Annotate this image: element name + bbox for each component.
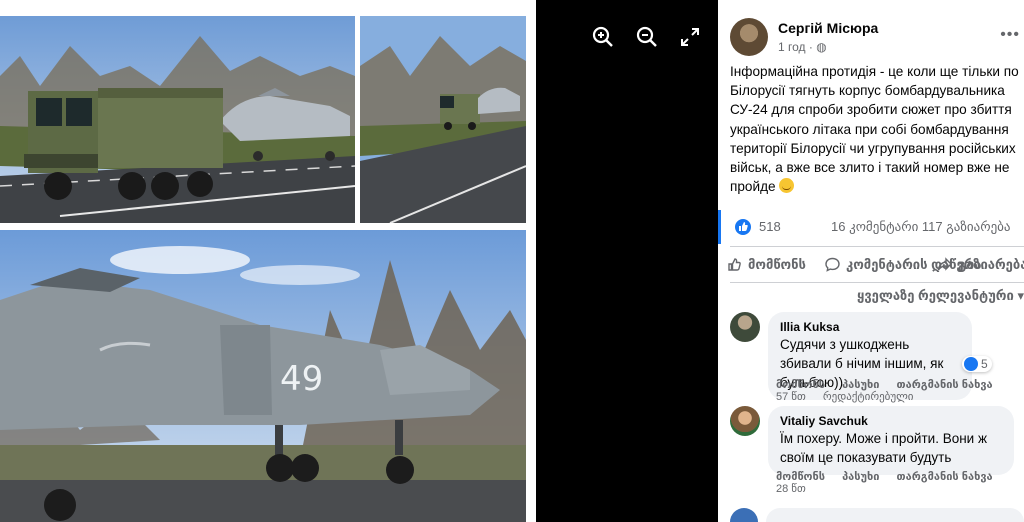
commenter-name[interactable]: Vitaliy Savchuk — [780, 413, 1002, 429]
comment-bubble: Vitaliy Savchuk Їм похеру. Може і пройти… — [768, 406, 1014, 475]
post-header: Сергій Місюра 1 год · ◍ ••• — [730, 18, 1020, 58]
like-reaction-icon[interactable] — [735, 219, 751, 235]
comment-item: Vitaliy Savchuk Їм похеру. Може і пройти… — [730, 406, 1024, 501]
comment-meta: 28 წთ — [776, 482, 820, 495]
share-button[interactable]: გაზიარება — [936, 256, 1024, 273]
post-actions: მომწონს კომენტარის დაწერა გაზიარება — [718, 252, 1024, 280]
divider — [730, 246, 1024, 247]
comment-time[interactable]: 57 წთ — [776, 391, 806, 403]
commenter-avatar[interactable] — [730, 406, 760, 436]
comment-item: Illia Kuksa Судячи з ушкоджень збивали б… — [730, 312, 1024, 404]
post-text: Інформаційна протидія - це коли ще тільк… — [730, 64, 1019, 195]
more-options-icon[interactable]: ••• — [1000, 26, 1020, 44]
commenter-name[interactable]: Illia Kuksa — [780, 319, 960, 335]
sort-label: ყველაზე რელევანტური — [857, 288, 1014, 303]
comment-reaction-count: 5 — [981, 357, 988, 371]
reactions-bar: 518 16 კომენტარი 117 გაზიარება — [718, 210, 1024, 244]
comment-composer[interactable] — [730, 508, 1024, 522]
globe-icon: · ◍ — [808, 40, 827, 54]
viewer-dark-area — [536, 0, 718, 522]
comment-input[interactable] — [766, 508, 1024, 522]
chevron-down-icon: ▾ — [1017, 288, 1024, 303]
commenter-avatar[interactable] — [730, 312, 760, 342]
photo-road-distant[interactable] — [360, 16, 526, 223]
comment-edited: რედაქტირებული — [822, 391, 914, 403]
like-reaction-icon — [964, 357, 978, 371]
post-panel: Сергій Місюра 1 год · ◍ ••• Інформаційна… — [718, 0, 1024, 522]
zoom-in-icon[interactable] — [590, 24, 616, 50]
tail-number: 49 — [280, 359, 323, 399]
like-label: მომწონს — [748, 256, 806, 272]
comment-icon — [825, 257, 840, 272]
photo-su24-closeup[interactable]: 49 — [0, 230, 526, 522]
user-avatar — [730, 508, 758, 522]
post-body: Інформаційна протидія - це коли ще тільк… — [730, 62, 1022, 196]
post-time[interactable]: 1 год — [778, 40, 806, 54]
comment-sort-dropdown[interactable]: ყველაზე რელევანტური ▾ — [857, 288, 1024, 304]
share-label: გაზიარება — [958, 256, 1024, 272]
divider — [730, 282, 1024, 283]
comment-text: Їм похеру. Може і пройти. Вони ж своїм ц… — [780, 431, 987, 465]
comment-reactions[interactable]: 5 — [962, 356, 992, 372]
comment-time[interactable]: 28 წთ — [776, 483, 806, 495]
share-icon — [937, 257, 952, 271]
photo-truck-towing[interactable] — [0, 16, 355, 223]
smile-emoji-icon — [779, 178, 795, 194]
reaction-count[interactable]: 518 — [759, 219, 781, 234]
like-button[interactable]: მომწონს — [726, 256, 806, 273]
photo-viewer: 49 — [0, 0, 718, 522]
author-avatar[interactable] — [730, 18, 768, 56]
comment-meta: 57 წთ რედაქტირებული — [776, 390, 928, 403]
comments-shares-count[interactable]: 16 კომენტარი 117 გაზიარება — [831, 219, 1011, 235]
comment-reply-button[interactable]: პასუხი — [842, 471, 879, 483]
fullscreen-icon[interactable] — [677, 24, 703, 50]
thumbs-up-icon — [728, 258, 741, 271]
comment-translate-button[interactable]: თარგმანის ნახვა — [897, 471, 993, 483]
post-timestamp[interactable]: 1 год · ◍ — [778, 40, 827, 54]
zoom-out-icon[interactable] — [634, 24, 660, 50]
author-name[interactable]: Сергій Місюра — [778, 20, 878, 36]
